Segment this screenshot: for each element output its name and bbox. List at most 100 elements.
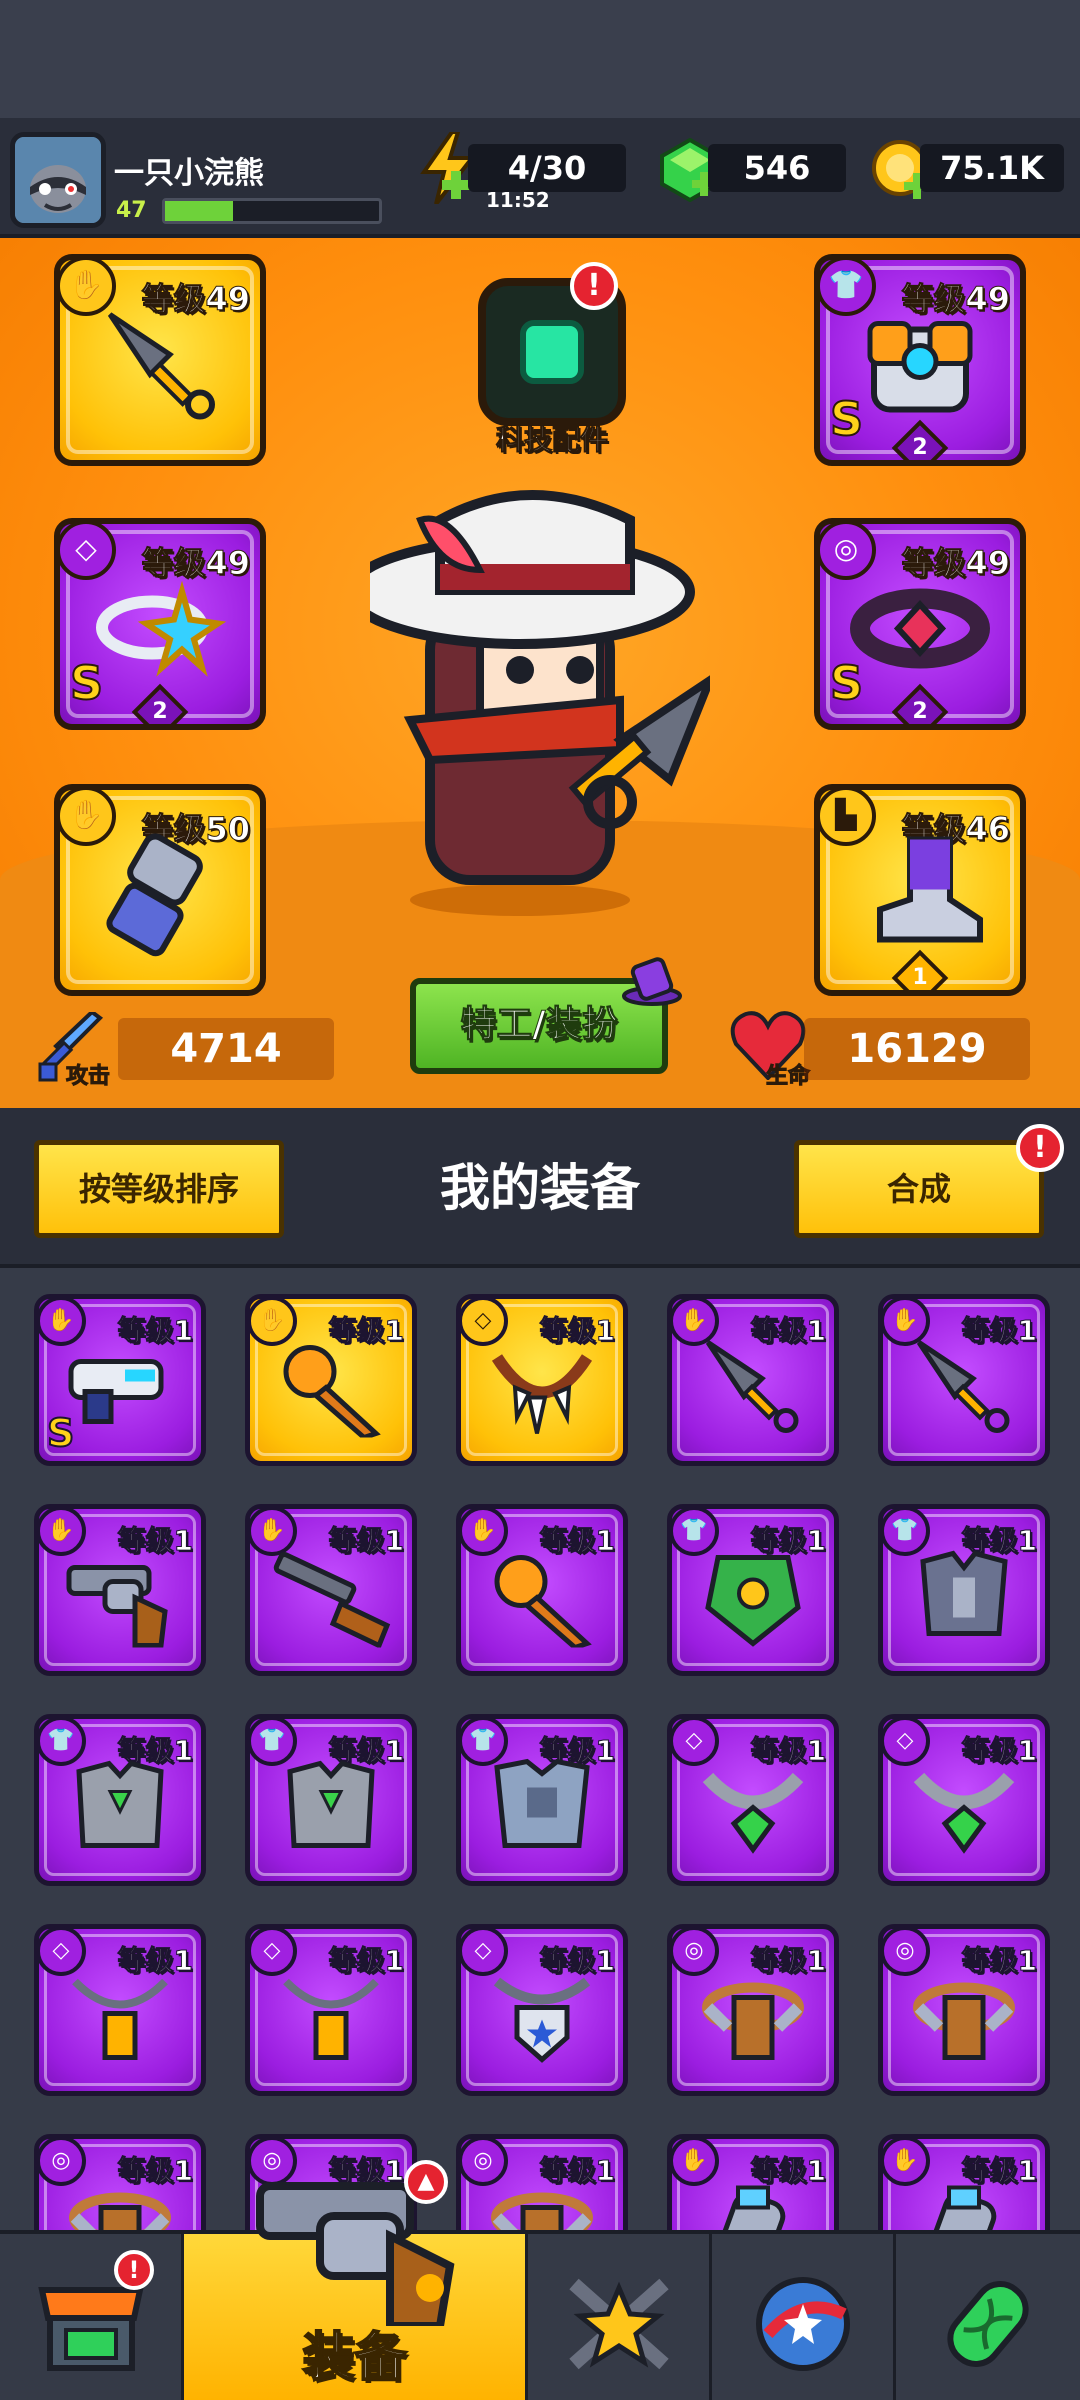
glove-icon (909, 2177, 1019, 2230)
mic-icon (487, 1547, 597, 1658)
kunai-icon (698, 1332, 808, 1453)
nav-tab-event[interactable] (712, 2234, 896, 2400)
raccoon-avatar-icon (15, 137, 101, 223)
blaster-icon (65, 1347, 175, 1438)
status-bar-area (0, 0, 1080, 118)
inventory-item[interactable]: ✋ 等级1 (34, 1504, 206, 1676)
shotgun-icon (271, 1547, 391, 1658)
merge-alert-badge: ! (1016, 1124, 1064, 1172)
shield-necklace-icon (487, 1967, 597, 2078)
inventory-item[interactable]: ◎ 等级1 (456, 2134, 628, 2230)
equipped-glove-slot[interactable]: 等级50 ✋ (54, 784, 266, 996)
nav-tab-lab[interactable] (896, 2234, 1080, 2400)
xp-bar (162, 198, 382, 224)
shop-alert-badge: ! (114, 2250, 154, 2290)
plate-armor-icon (909, 1547, 1019, 1658)
equipment-alert-badge: ▲ (404, 2160, 448, 2204)
inventory-grid: ✋ 等级1 S ✋ 等级1 ◇ 等级1 ✋ 等级1 ✋ 等级1 ✋ 等级1 ✋ 等级1 ✋ 等级1 👕 等级1 👕 等级… (0, 1268, 1080, 2230)
inventory-item[interactable]: ✋ 等级1 S (34, 1294, 206, 1466)
inventory-title: 我的装备 (440, 1159, 640, 1217)
inventory-item[interactable]: 👕 等级1 (34, 1714, 206, 1886)
nav-tab-battle[interactable] (528, 2234, 712, 2400)
inventory-item[interactable]: ✋ 等级1 (456, 1504, 628, 1676)
dna-capsule-icon (933, 2274, 1043, 2387)
inventory-item[interactable]: ✋ 等级1 (667, 1294, 839, 1466)
inventory-item[interactable]: ✋ 等级1 (878, 2134, 1050, 2230)
inventory-item[interactable]: ◇ 等级1 (456, 1924, 628, 2096)
fang-necklace-icon (487, 1337, 597, 1448)
energy-counter: 4/30 (468, 144, 626, 192)
vest-icon (276, 1757, 386, 1868)
player-name: 一只小浣熊 (114, 156, 264, 191)
hp-value: 16129 (804, 1018, 1030, 1080)
gem-counter: 546 (708, 144, 846, 192)
attack-label: 攻击 (65, 1064, 111, 1090)
inventory-item[interactable]: ✋ 等级1 (878, 1294, 1050, 1466)
mech-glove-icon (95, 825, 225, 980)
star-ball-icon (748, 2274, 858, 2387)
ring-rank: S (69, 655, 104, 711)
inventory-item[interactable]: ◇ 等级1 (456, 1294, 628, 1466)
inventory-item-level: 等级1 (117, 1314, 193, 1348)
leaf-armor-icon (698, 1547, 808, 1658)
lantern-necklace-icon (65, 1967, 175, 2078)
attack-value: 4714 (118, 1018, 334, 1080)
inventory-item[interactable]: 👕 等级1 (878, 1504, 1050, 1676)
inventory-item[interactable]: ✋ 等级1 (245, 1504, 417, 1676)
belt-icon (487, 2177, 597, 2230)
equipped-ring-slot[interactable]: 等级49 ◇ S 2 (54, 518, 266, 730)
inventory-item-rank: S (46, 1410, 75, 1456)
player-level: 47 (116, 198, 147, 223)
equipped-armor-slot[interactable]: 等级49 👕 S 2 (814, 254, 1026, 466)
energy-value: 4/30 (507, 149, 587, 187)
sort-by-level-button[interactable]: 按等级排序 (34, 1140, 284, 1238)
lantern-necklace-icon (276, 1967, 386, 2078)
inventory-item[interactable]: ◇ 等级1 (245, 1924, 417, 2096)
hat-icon (622, 956, 682, 1006)
belt-icon (909, 1967, 1019, 2078)
tech-alert-badge: ! (570, 262, 618, 310)
nav-equipment-label: 装备 (301, 2327, 407, 2389)
vest-icon (65, 1757, 175, 1868)
belt-icon (698, 1967, 808, 2078)
inventory-item[interactable]: 👕 等级1 (245, 1714, 417, 1886)
inventory-item[interactable]: ◎ 等级1 (878, 1924, 1050, 2096)
glove-icon (698, 2177, 808, 2230)
inventory-item[interactable]: ◎ 等级1 (34, 2134, 206, 2230)
armor-rank: S (829, 391, 864, 447)
tech-gem-icon (520, 320, 584, 384)
equipped-boots-slot[interactable]: 等级46 ▙ 1 (814, 784, 1026, 996)
inventory-item[interactable]: ◇ 等级1 (878, 1714, 1050, 1886)
tech-accessory-label: 科技配件 (495, 423, 608, 457)
inventory-item[interactable]: 👕 等级1 (667, 1504, 839, 1676)
belt-rank: S (829, 655, 864, 711)
equipped-weapon-slot[interactable]: 等级49 ✋ (54, 254, 266, 466)
belt-icon (65, 2177, 175, 2230)
gem-necklace-icon (909, 1757, 1019, 1868)
merge-button[interactable]: 合成 (794, 1140, 1044, 1238)
crossed-swords-star-icon (564, 2274, 674, 2387)
inventory-item[interactable]: ◎ 等级1 (667, 1924, 839, 2096)
kunai-icon (909, 1332, 1019, 1453)
weapon-slot-icon: ✋ (39, 1299, 86, 1346)
mic-icon (276, 1337, 386, 1448)
gem-value: 546 (743, 149, 811, 187)
coin-counter: 75.1K (920, 144, 1064, 192)
inventory-item[interactable]: ◇ 等级1 (34, 1924, 206, 2096)
inventory-item[interactable]: ✋ 等级1 (245, 1294, 417, 1466)
chest-armor-icon (487, 1757, 597, 1868)
kunai-icon (90, 295, 230, 450)
energy-timer: 11:52 (486, 188, 550, 212)
equipped-belt-slot[interactable]: 等级49 ◎ S 2 (814, 518, 1026, 730)
player-avatar[interactable] (10, 132, 106, 228)
agent-character[interactable] (345, 480, 719, 920)
gem-necklace-icon (698, 1757, 808, 1868)
revolver-icon (65, 1547, 175, 1658)
shop-icon (36, 2274, 146, 2387)
nav-tab-shop[interactable]: ! (0, 2234, 184, 2400)
inventory-item[interactable]: 👕 等级1 (456, 1714, 628, 1886)
inventory-item[interactable]: ✋ 等级1 (667, 2134, 839, 2230)
xp-bar-fill (165, 201, 234, 221)
coin-value: 75.1K (940, 149, 1044, 187)
inventory-item[interactable]: ◇ 等级1 (667, 1714, 839, 1886)
